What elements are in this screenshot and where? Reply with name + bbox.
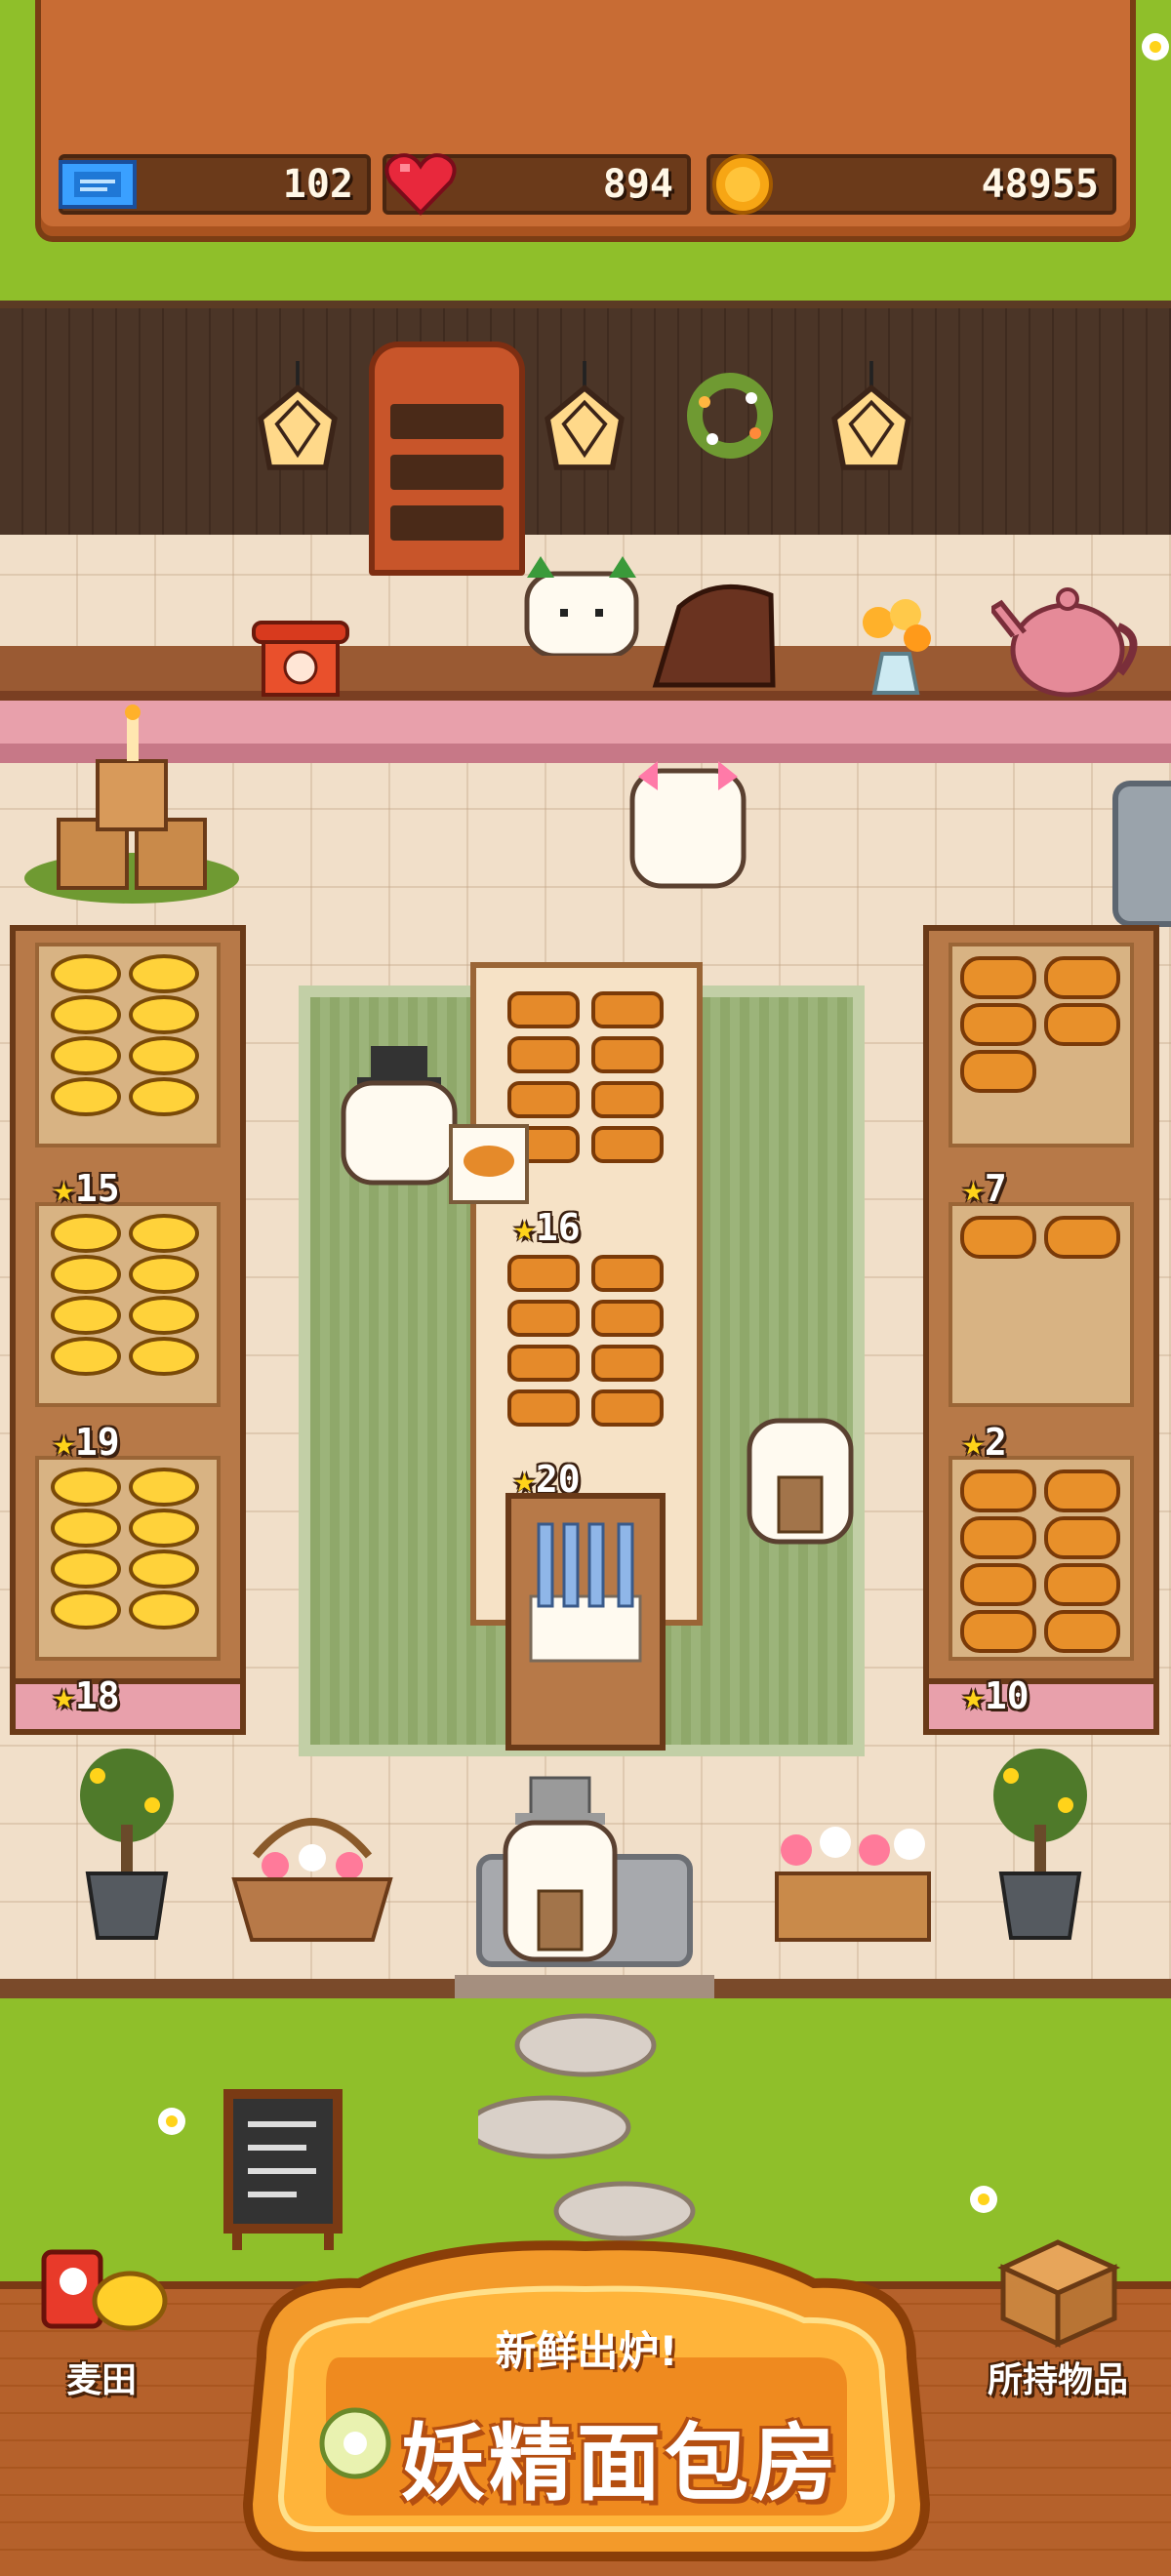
shelf-stock-label: ★2 (962, 1421, 1007, 1464)
display-case-right[interactable] (923, 925, 1159, 1735)
bread-tray[interactable] (35, 1202, 221, 1407)
wheat-field-label: 麦田 (65, 2360, 137, 2400)
bread-stack-icon (51, 954, 199, 1116)
wheat-field-button[interactable]: 麦田 (23, 2233, 180, 2402)
bread-stack-icon (51, 1468, 199, 1630)
chocolate-loaf-icon[interactable] (648, 578, 781, 695)
hanging-lamp-icon[interactable] (826, 361, 917, 478)
cat-customer-bag[interactable] (744, 1415, 857, 1548)
box-icon (997, 2239, 1121, 2348)
shelf-stock-label: ★15 (53, 1167, 120, 1210)
flower-basket-icon[interactable] (226, 1797, 398, 1944)
coin-icon (712, 154, 773, 215)
bun-stack-icon (960, 956, 1120, 1093)
shelf-stock-value: 18 (74, 1674, 120, 1717)
side-door[interactable] (1112, 781, 1171, 927)
flower-decor-icon (970, 2186, 997, 2213)
wreath-icon[interactable] (683, 369, 777, 463)
inventory-label: 所持物品 (987, 2360, 1128, 2400)
shelf-stock-label: ★10 (962, 1674, 1030, 1717)
teapot-icon[interactable] (991, 580, 1148, 701)
cat-customer-bow[interactable] (625, 751, 751, 896)
cutlery-cabinet[interactable] (505, 1493, 666, 1751)
flower-vase-icon[interactable] (849, 593, 943, 701)
game-logo: 新鲜出炉! 妖精面包房 (222, 2240, 950, 2562)
bun-stack-icon (960, 1469, 1120, 1653)
inventory-button[interactable]: 所持物品 (970, 2233, 1146, 2402)
shelf-stock-value: 16 (535, 1206, 581, 1249)
potted-plant-icon[interactable] (59, 1747, 195, 1942)
grass-top (0, 242, 1171, 301)
hanging-lamp-icon[interactable] (252, 361, 343, 478)
case-base (10, 1678, 246, 1735)
candles-decor-icon[interactable] (20, 703, 244, 907)
croissant-stack-icon (507, 1255, 664, 1427)
flower-planter-icon[interactable] (767, 1821, 939, 1944)
shelf-stock-value: 10 (984, 1674, 1030, 1717)
telephone-icon[interactable] (240, 617, 361, 701)
bread-tray[interactable] (949, 1456, 1134, 1661)
flower-decor-icon (158, 2108, 185, 2135)
ticket-icon (59, 160, 137, 209)
menu-chalkboard-icon[interactable] (222, 2088, 343, 2252)
shelf-stock-label: ★19 (53, 1421, 120, 1464)
display-case-left[interactable] (10, 925, 246, 1735)
logo-title: 妖精面包房 (401, 2415, 840, 2513)
ticket-count: 102 (282, 162, 353, 207)
bread-box-icon[interactable] (447, 1122, 531, 1208)
bread-tray[interactable] (949, 1202, 1134, 1407)
bread-tray[interactable] (35, 943, 221, 1147)
wheat-field-icon (41, 2249, 168, 2331)
coin-count: 48955 (981, 162, 1099, 207)
shelf-stock-value: 19 (74, 1421, 120, 1464)
menu-shelf[interactable] (369, 342, 525, 576)
bread-tray[interactable] (949, 943, 1134, 1147)
cutlery-icon (529, 1522, 642, 1663)
heart-count: 894 (602, 162, 673, 207)
shelf-stock-label: ★7 (962, 1167, 1007, 1210)
cat-customer-grayhat[interactable] (500, 1774, 621, 1969)
hanging-lamp-icon[interactable] (539, 361, 630, 478)
case-base (923, 1678, 1159, 1735)
potted-plant-icon[interactable] (972, 1747, 1109, 1942)
shelf-stock-label: ★16 (513, 1206, 581, 1249)
shelf-stock-value: 15 (74, 1167, 120, 1210)
bread-stack-icon (51, 1214, 199, 1376)
shelf-stock-value: 7 (984, 1167, 1007, 1210)
logo-subtitle: 新鲜出炉! (495, 2327, 678, 2375)
bakery-cat-chef[interactable] (517, 552, 646, 656)
cat-customer-tophat[interactable] (336, 1044, 463, 1190)
shelf-stock-label: ★18 (53, 1674, 120, 1717)
flower-decor-icon (1142, 33, 1169, 60)
bread-tray[interactable] (35, 1456, 221, 1661)
bun-stack-icon (960, 1216, 1120, 1259)
shelf-stock-value: 2 (984, 1421, 1007, 1464)
heart-icon (384, 153, 457, 216)
